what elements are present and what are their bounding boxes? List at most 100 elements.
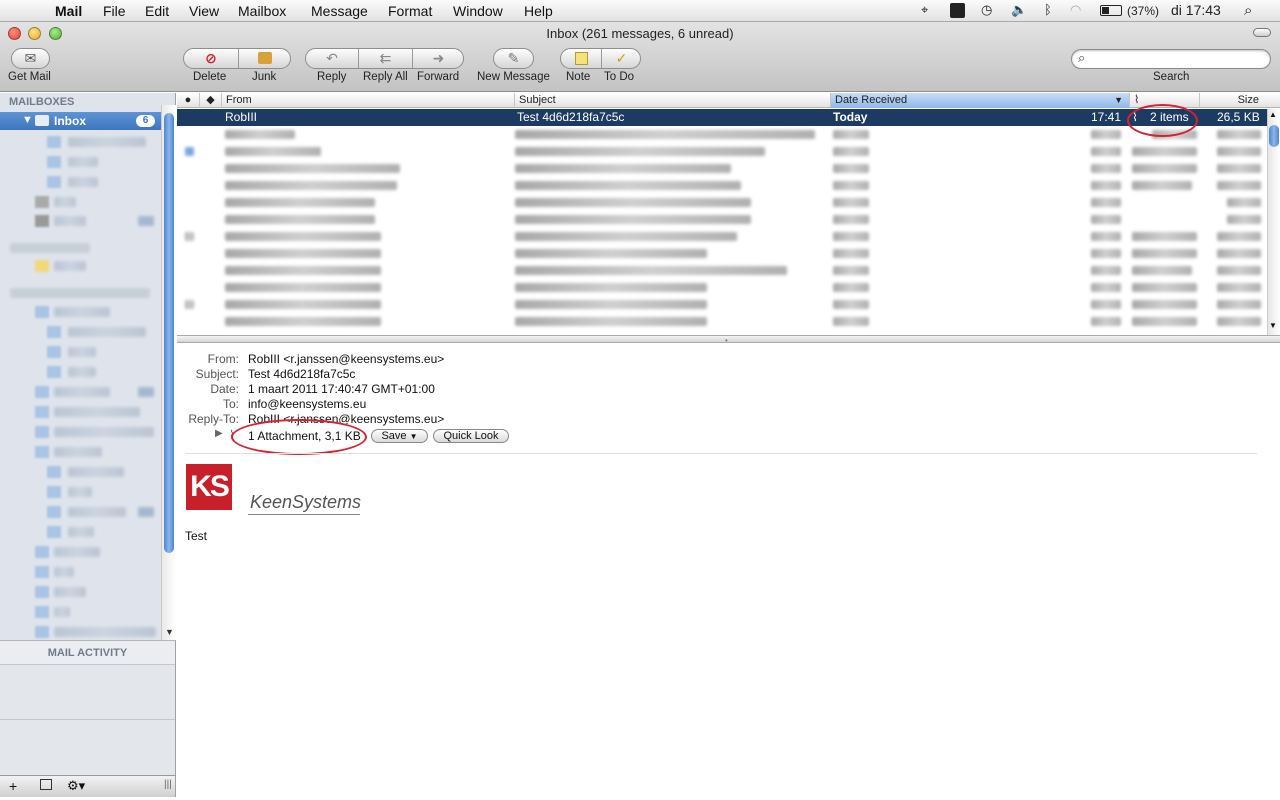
toolbar-toggle-button[interactable] xyxy=(1253,28,1271,37)
scroll-down-arrow-icon[interactable]: ▼ xyxy=(165,627,174,637)
sidebar-scrollbar[interactable]: ▼ xyxy=(161,105,176,640)
search-label: Search xyxy=(1153,71,1190,83)
table-row[interactable] xyxy=(177,143,1267,160)
wifi-icon[interactable]: ◠ xyxy=(1070,2,1081,18)
window-toolbar: Inbox (261 messages, 6 unread) ✉ Get Mai… xyxy=(0,22,1280,92)
mailbox-sidebar: MAILBOXES ▼ Inbox 6 ▼ xyxy=(0,93,176,640)
row-size: 26,5 KB xyxy=(1217,110,1260,124)
table-row[interactable] xyxy=(177,177,1267,194)
menu-edit[interactable]: Edit xyxy=(145,3,169,19)
row-time: 17:41 xyxy=(1091,110,1122,124)
show-hide-activity-button[interactable] xyxy=(40,779,52,790)
column-from[interactable]: From xyxy=(221,93,515,108)
time-machine-icon[interactable]: ◷ xyxy=(981,2,992,18)
bluetooth-icon[interactable]: ᛒ xyxy=(1044,2,1052,17)
battery-icon[interactable] xyxy=(1100,5,1122,16)
todo-label: To Do xyxy=(604,71,635,83)
pane-splitter[interactable]: • xyxy=(177,335,1280,345)
menu-help[interactable]: Help xyxy=(524,3,553,19)
delete-icon[interactable]: ⊘ xyxy=(184,49,238,68)
table-row[interactable] xyxy=(177,126,1267,143)
selected-message-row[interactable]: RobIII Test 4d6d218fa7c5c Today 17:41 ⌇ … xyxy=(177,109,1267,126)
note-todo-group: ✓ xyxy=(560,48,641,69)
header-to-value[interactable]: info@keensystems.eu xyxy=(248,397,366,411)
column-size[interactable]: Size xyxy=(1199,93,1267,108)
resize-handle-icon[interactable]: ||| xyxy=(164,779,172,790)
new-message-button[interactable]: ✎ xyxy=(493,48,534,69)
get-mail-button[interactable]: ✉ xyxy=(11,48,50,69)
menu-view[interactable]: View xyxy=(189,3,219,19)
column-date-received[interactable]: Date Received ▼ xyxy=(830,93,1129,108)
column-flag[interactable]: ◆ xyxy=(199,93,221,108)
menu-format[interactable]: Format xyxy=(388,3,432,19)
reply-arrow-icon[interactable]: ↶ xyxy=(306,49,358,68)
message-body: Test xyxy=(185,529,208,543)
disclosure-triangle-icon[interactable]: ▼ xyxy=(22,114,33,126)
junk-label: Junk xyxy=(252,71,277,83)
keensystems-logo-mark: KS xyxy=(186,464,232,510)
header-to-label: To: xyxy=(222,397,239,411)
menu-mail[interactable]: Mail xyxy=(55,3,82,19)
list-scroll-thumb[interactable] xyxy=(1269,125,1279,147)
volume-icon[interactable]: 🔈 xyxy=(1011,2,1027,18)
todo-check-icon[interactable]: ✓ xyxy=(602,49,640,68)
menu-mailbox[interactable]: Mailbox xyxy=(238,3,286,19)
header-date-value: 1 maart 2011 17:40:47 GMT+01:00 xyxy=(248,382,435,396)
window-title: Inbox (261 messages, 6 unread) xyxy=(546,26,734,41)
column-subject[interactable]: Subject xyxy=(514,93,830,108)
table-row[interactable] xyxy=(177,245,1267,262)
search-input[interactable]: ⌕ xyxy=(1071,49,1271,69)
reply-group: ↶ ⇇ ➜ xyxy=(305,48,464,69)
junk-icon[interactable] xyxy=(239,49,290,68)
header-from-label: From: xyxy=(207,352,239,366)
keensystems-logo-text: KeenSystems xyxy=(250,492,362,512)
binoculars-icon[interactable]: ⌖ xyxy=(921,2,928,18)
sidebar-inbox-label: Inbox xyxy=(54,114,86,128)
scroll-down-arrow-icon[interactable]: ▼ xyxy=(1269,321,1277,330)
menubar-clock[interactable]: di 17:43 xyxy=(1171,2,1221,18)
add-mailbox-button[interactable]: + xyxy=(9,778,17,794)
compose-icon: ✎ xyxy=(507,50,520,66)
table-row[interactable] xyxy=(177,194,1267,211)
attachment-disclosure-icon[interactable]: ▶ xyxy=(215,428,223,439)
header-reply-to-label: Reply-To: xyxy=(188,412,239,426)
sidebar-item-inbox[interactable]: ▼ Inbox 6 xyxy=(0,112,161,130)
battery-percent: (37%) xyxy=(1127,4,1160,18)
gear-icon[interactable]: ⚙▾ xyxy=(67,778,85,794)
reply-all-arrow-icon[interactable]: ⇇ xyxy=(359,49,412,68)
reply-all-label: Reply All xyxy=(363,71,408,83)
mail-activity-header: MAIL ACTIVITY xyxy=(0,641,175,665)
menu-bar: Mail File Edit View Mailbox Message Form… xyxy=(0,0,1280,22)
table-row[interactable] xyxy=(177,262,1267,279)
message-list-scrollbar[interactable]: ▲ ▼ xyxy=(1267,109,1280,335)
menu-message[interactable]: Message xyxy=(311,3,368,19)
column-size-label: Size xyxy=(1237,94,1259,106)
table-row[interactable] xyxy=(177,160,1267,177)
header-from-value[interactable]: RobIII <r.janssen@keensystems.eu> xyxy=(248,352,444,366)
table-row[interactable] xyxy=(177,228,1267,245)
sidebar-scroll-thumb[interactable] xyxy=(164,113,174,553)
table-row[interactable] xyxy=(177,279,1267,296)
table-row[interactable] xyxy=(177,313,1267,330)
spotlight-icon[interactable]: ⌕ xyxy=(1244,2,1252,19)
quick-look-button[interactable]: Quick Look xyxy=(433,429,509,443)
menu-window[interactable]: Window xyxy=(453,3,503,19)
forward-label: Forward xyxy=(417,71,460,83)
column-read-status[interactable]: ● xyxy=(177,93,199,108)
table-row[interactable] xyxy=(177,296,1267,313)
menu-file[interactable]: File xyxy=(103,3,126,19)
inbox-tray-icon xyxy=(35,115,49,126)
new-message-label: New Message xyxy=(477,71,550,83)
search-field[interactable] xyxy=(1094,52,1264,66)
annotation-circle-attachments xyxy=(1127,104,1198,137)
envelope-icon: ✉ xyxy=(24,50,37,66)
spaces-icon[interactable] xyxy=(950,3,965,18)
save-attachment-button[interactable]: Save ▼ xyxy=(371,429,428,443)
scroll-up-arrow-icon[interactable]: ▲ xyxy=(1269,110,1277,119)
search-icon: ⌕ xyxy=(1078,50,1086,65)
sort-arrow-icon: ▼ xyxy=(1114,95,1123,105)
table-row[interactable] xyxy=(177,211,1267,228)
forward-arrow-icon[interactable]: ➜ xyxy=(413,49,463,68)
note-icon[interactable] xyxy=(561,49,601,68)
header-date-label: Date: xyxy=(210,382,239,396)
